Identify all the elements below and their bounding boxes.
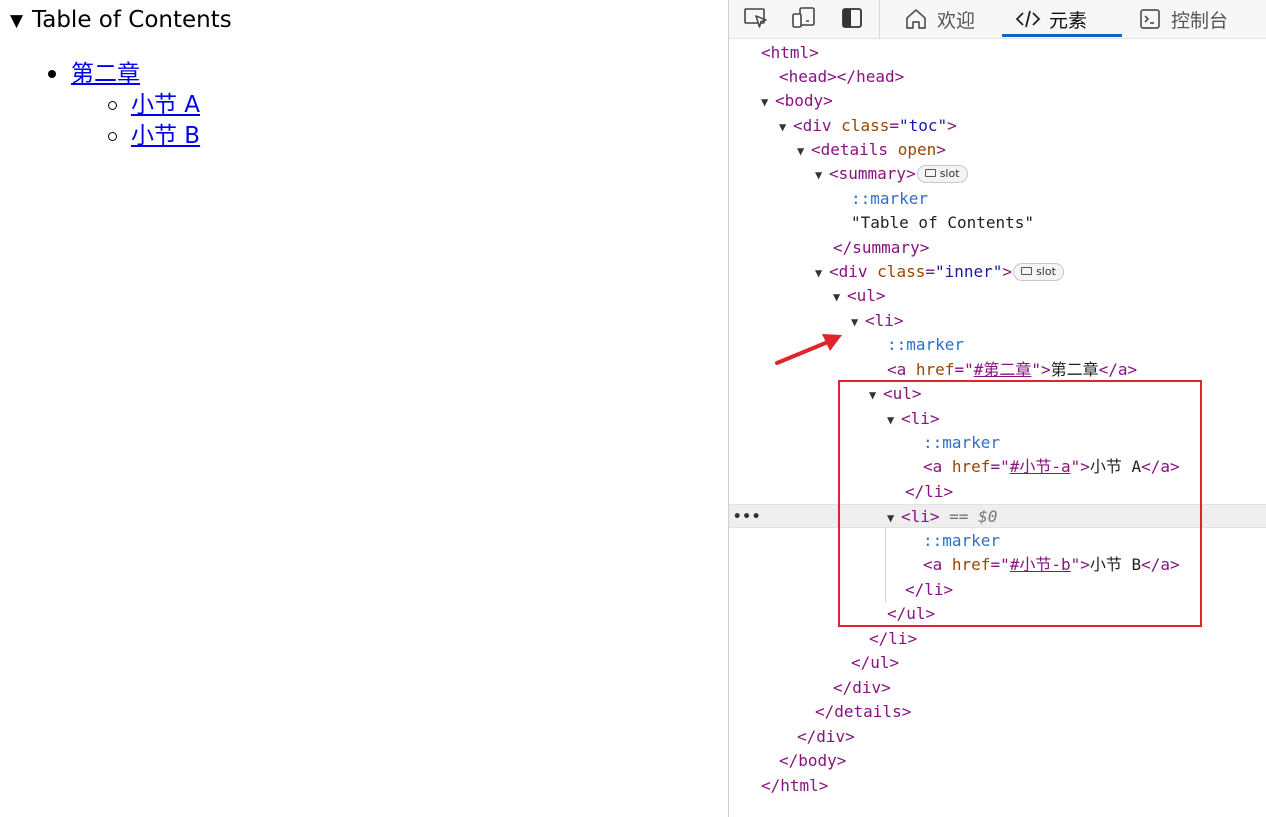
dom-node-html-close[interactable]: </html> (729, 774, 1266, 798)
section-b-link[interactable]: 小节 B (131, 121, 200, 151)
tab-elements[interactable]: 元素 (1015, 0, 1087, 38)
dom-attr-name: href (915, 360, 955, 379)
toc-summary[interactable]: ▼ Table of Contents (10, 4, 232, 37)
home-icon (903, 6, 929, 32)
list-bullet-circle-icon (108, 132, 117, 141)
devtools-toolbar: 欢迎 元素 控制台 (729, 0, 1266, 39)
dom-node-details[interactable]: ▼ <details open> (729, 138, 1266, 162)
dom-node-ul-close[interactable]: </ul> (729, 651, 1266, 675)
dom-tag-name: </summary> (833, 238, 930, 257)
toolbar-separator (879, 0, 880, 38)
tab-elements-label: 元素 (1049, 9, 1088, 32)
tab-welcome-label: 欢迎 (937, 9, 976, 32)
section-a-link[interactable]: 小节 A (131, 90, 200, 120)
dom-attr-name: open (897, 140, 937, 159)
expand-triangle-icon[interactable]: ▼ (779, 115, 793, 139)
dom-tag-name: <ul> (847, 286, 886, 305)
expand-triangle-icon[interactable]: ▼ (815, 261, 829, 285)
dom-node-div-close[interactable]: </div> (729, 676, 1266, 700)
dom-tag-name: <div (793, 116, 832, 135)
pseudo-element-marker: ::marker (851, 189, 929, 208)
expand-triangle-icon[interactable]: ▼ (815, 163, 829, 187)
dom-attr-value: "inner" (934, 262, 1003, 281)
more-options-icon[interactable]: ••• (733, 505, 761, 529)
toc-summary-text: Table of Contents (32, 7, 232, 33)
dom-tag-name: </li> (869, 629, 918, 648)
tab-console-label: 控制台 (1171, 9, 1229, 32)
dom-attr-name: class (877, 262, 926, 281)
dom-tag-name: </a> (1098, 360, 1138, 379)
annotation-arrow-icon (775, 334, 842, 365)
device-emulation-icon[interactable] (789, 4, 819, 32)
disclosure-triangle-icon[interactable]: ▼ (10, 5, 32, 37)
dom-attr-value: "toc" (898, 116, 948, 135)
dom-node-summary[interactable]: ▼ <summary> slot (729, 162, 1266, 186)
slot-icon (924, 169, 936, 177)
dom-node-html[interactable]: <html> (729, 41, 1266, 65)
dom-tag-name: <a (887, 360, 907, 379)
annotation-highlight-box (838, 380, 1202, 627)
dom-tag-name: </html> (761, 776, 829, 795)
dom-node-text[interactable]: "Table of Contents" (729, 211, 1266, 235)
dom-tag-name: <summary> (829, 164, 916, 183)
slot-badge[interactable]: slot (916, 165, 968, 183)
dom-node-summary-close[interactable]: </summary> (729, 236, 1266, 260)
expand-triangle-icon[interactable]: ▼ (761, 90, 775, 114)
code-icon (1015, 6, 1041, 32)
dom-node-div-close[interactable]: </div> (729, 725, 1266, 749)
dom-tag-name: <div (829, 262, 868, 281)
dom-node-div-toc[interactable]: ▼ <div class="toc"> (729, 114, 1266, 138)
slot-icon (1021, 267, 1033, 275)
dom-node-marker[interactable]: ::marker (729, 187, 1266, 211)
dom-node-body[interactable]: ▼ <body> (729, 89, 1266, 113)
dock-side-icon[interactable] (837, 4, 867, 32)
dom-tag-name: <li> (865, 311, 904, 330)
list-bullet-disc-icon (48, 70, 56, 78)
inspect-element-icon[interactable] (741, 4, 771, 32)
dom-tag-name: </div> (833, 678, 891, 697)
tab-welcome[interactable]: 欢迎 (903, 0, 975, 38)
dom-node-div-inner[interactable]: ▼ <div class="inner"> slot (729, 260, 1266, 284)
expand-triangle-icon[interactable]: ▼ (797, 139, 811, 163)
console-icon (1137, 6, 1163, 32)
tab-console[interactable]: 控制台 (1137, 0, 1228, 38)
dom-attr-name: class (841, 116, 890, 135)
dom-node-details-close[interactable]: </details> (729, 700, 1266, 724)
dom-tag-name: </ul> (851, 653, 900, 672)
active-tab-indicator (1002, 34, 1122, 37)
dom-node-body-close[interactable]: </body> (729, 749, 1266, 773)
expand-triangle-icon[interactable]: ▼ (851, 310, 865, 334)
slot-badge[interactable]: slot (1013, 263, 1064, 281)
dom-tag-name: <details (811, 140, 889, 159)
dom-text-node: 第二章 (1050, 360, 1099, 379)
page-viewport: ▼ Table of Contents 第二章 小节 A 小节 B (0, 0, 728, 817)
dom-node-head-tag: <head></head> (779, 67, 905, 86)
dom-node-li-close[interactable]: </li> (729, 627, 1266, 651)
dom-text-node: "Table of Contents" (851, 213, 1035, 232)
dom-node-head[interactable]: <head></head> (729, 65, 1266, 89)
chapter-link[interactable]: 第二章 (71, 59, 140, 89)
dom-tag-name: </div> (797, 727, 855, 746)
list-bullet-circle-icon (108, 101, 117, 110)
dom-node-body-tag: <body> (775, 91, 833, 110)
dom-attr-link[interactable]: #第二章 (974, 360, 1032, 379)
dom-tag-name: </body> (779, 751, 847, 770)
slot-badge-label: slot (1036, 265, 1056, 278)
slot-badge-label: slot (939, 167, 960, 180)
pseudo-element-marker: ::marker (887, 335, 965, 354)
dom-node-html-tag: <html> (761, 43, 819, 62)
dom-node-ul[interactable]: ▼ <ul> (729, 284, 1266, 308)
dom-tag-name: </details> (815, 702, 912, 721)
expand-triangle-icon[interactable]: ▼ (833, 285, 847, 309)
